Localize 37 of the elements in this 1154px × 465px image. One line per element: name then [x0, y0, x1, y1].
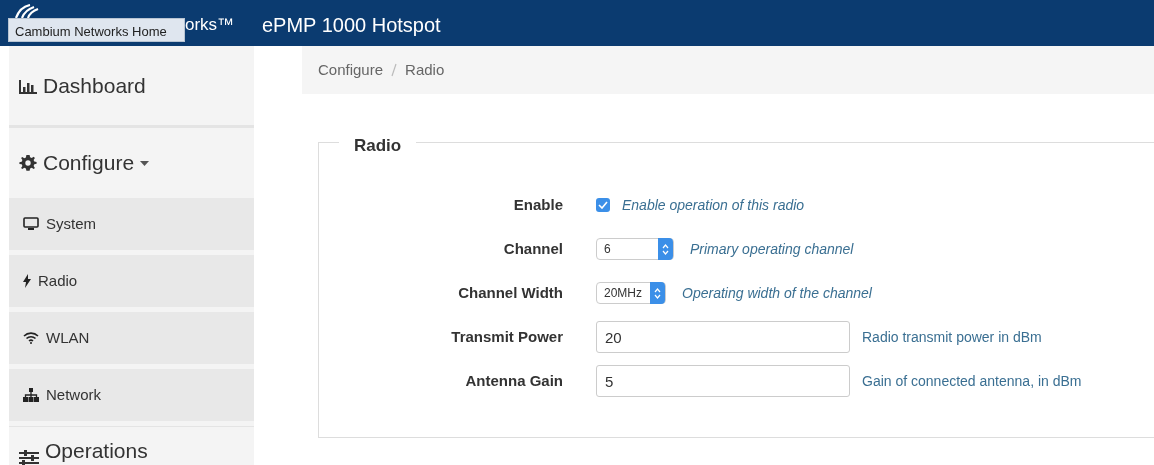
- bar-chart-icon: [19, 77, 37, 94]
- field-label: Channel Width: [457, 282, 564, 303]
- select-field[interactable]: 20MHz: [596, 282, 666, 304]
- input-field[interactable]: 5: [596, 365, 850, 397]
- sidebar-item[interactable]: Operations: [9, 426, 254, 465]
- field-label: Channel: [502, 238, 564, 259]
- breadcrumb-item: Radio: [405, 59, 445, 80]
- app-title: ePMP 1000 Hotspot: [262, 13, 441, 38]
- help-text: Operating width of the channel: [682, 283, 872, 303]
- help-text: Enable operation of this radio: [622, 195, 805, 215]
- field-label: Enable: [512, 194, 564, 215]
- lightning-icon: [23, 274, 31, 288]
- up-down-arrows-icon: [662, 243, 669, 255]
- wifi-icon: [23, 332, 39, 344]
- sidebar-subitem[interactable]: Network: [9, 369, 254, 421]
- select-field[interactable]: 6: [596, 238, 674, 260]
- hierarchy-icon: [23, 388, 39, 402]
- tooltip: Cambium Networks Home: [8, 18, 185, 42]
- slash-icon: [391, 63, 398, 77]
- input-field[interactable]: 20: [596, 321, 850, 353]
- sidebar-subitem[interactable]: Radio: [9, 255, 254, 307]
- sidebar-item[interactable]: Configure: [9, 128, 254, 198]
- breadcrumb-item[interactable]: Configure: [318, 58, 384, 82]
- field-label: Antenna Gain: [464, 370, 564, 391]
- up-down-arrows-icon: [654, 287, 661, 299]
- field-label: Transmit Power: [450, 326, 564, 347]
- help-text: Primary operating channel: [690, 239, 854, 259]
- brand-text[interactable]: orks™: [185, 12, 235, 38]
- sidebar-subitem[interactable]: System: [9, 198, 254, 250]
- sliders-icon: [19, 450, 39, 465]
- sidebar-subitem[interactable]: WLAN: [9, 312, 254, 364]
- help-text: Gain of connected antenna, in dBm: [862, 371, 1082, 391]
- checkbox[interactable]: [596, 198, 610, 212]
- settings-icon: [19, 154, 37, 172]
- help-text: Radio transmit power in dBm: [862, 327, 1042, 347]
- sidebar-item[interactable]: Dashboard: [9, 46, 254, 128]
- monitor-icon: [23, 217, 39, 231]
